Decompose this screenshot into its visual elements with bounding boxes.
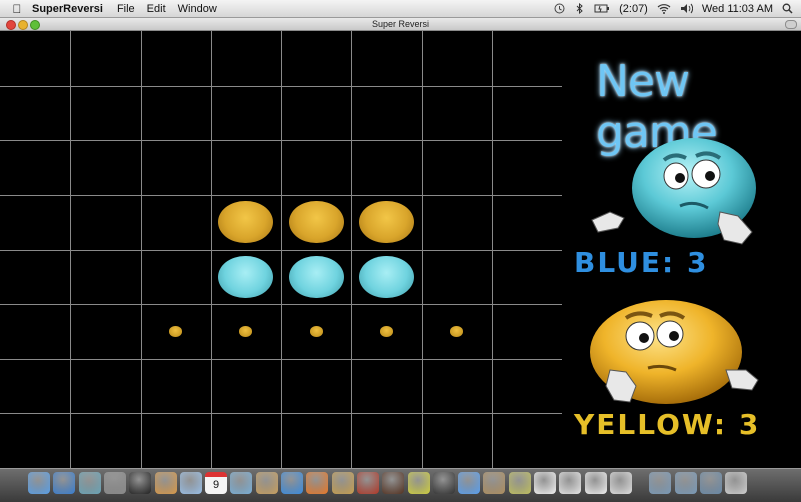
system-prefs-icon[interactable] <box>103 472 126 494</box>
trash-icon[interactable] <box>725 472 748 494</box>
photos-icon[interactable] <box>154 472 177 494</box>
volume-icon[interactable] <box>680 3 693 14</box>
yellow-score-label: YELLOW: <box>574 408 728 441</box>
wifi-icon[interactable] <box>657 3 671 14</box>
downloads-icon[interactable] <box>699 472 722 494</box>
time-machine-status-icon[interactable] <box>554 3 565 14</box>
movie-icon[interactable] <box>382 472 405 494</box>
window-title-bar: Super Reversi <box>0 18 801 31</box>
menu-bar:  SuperReversi File Edit Window (2:07) W… <box>0 0 801 18</box>
game-board[interactable] <box>0 31 563 468</box>
yellow-piece <box>358 200 414 244</box>
blue-piece <box>358 255 414 299</box>
yellow-score-value: 3 <box>738 408 761 441</box>
battery-time: (2:07) <box>619 2 648 15</box>
valid-move-marker[interactable] <box>379 326 393 337</box>
time-machine-icon[interactable] <box>78 472 101 494</box>
iphoto-icon[interactable] <box>331 472 354 494</box>
yellow-thinking-emoticon-icon <box>590 300 759 404</box>
text-edit-icon[interactable] <box>534 472 556 494</box>
grid-line-horizontal <box>0 195 562 196</box>
dashboard-icon[interactable] <box>129 472 152 494</box>
apple-menu-icon[interactable]:  <box>10 2 24 16</box>
menu-file[interactable]: File <box>117 3 135 15</box>
notes-icon[interactable] <box>609 472 632 494</box>
facetime-icon[interactable] <box>179 472 202 494</box>
grid-line-horizontal <box>0 304 562 305</box>
menu-clock[interactable]: Wed 11:03 AM <box>702 3 773 15</box>
spiral-icon[interactable] <box>508 472 531 494</box>
dvd-icon[interactable] <box>432 472 455 494</box>
battery-icon[interactable] <box>594 3 610 14</box>
folder-icon[interactable] <box>649 472 672 494</box>
toolbar-toggle-button[interactable] <box>785 20 797 29</box>
menu-app-name[interactable]: SuperReversi <box>32 3 103 15</box>
grid-line-horizontal <box>0 140 562 141</box>
grid-line-horizontal <box>0 413 562 414</box>
menu-edit[interactable]: Edit <box>147 3 166 15</box>
app-store-icon[interactable] <box>53 472 76 494</box>
bluetooth-icon[interactable] <box>574 2 585 15</box>
firefox-icon[interactable] <box>306 472 329 494</box>
valid-move-marker[interactable] <box>239 326 253 337</box>
valid-move-marker[interactable] <box>450 326 464 337</box>
blue-piece <box>218 255 274 299</box>
dock: 9 <box>0 468 801 502</box>
grid-line-horizontal <box>0 359 562 360</box>
finder-icon[interactable] <box>28 472 50 494</box>
spotlight-icon[interactable] <box>782 3 793 14</box>
blue-score-label: BLUE: <box>574 246 676 279</box>
blue-score: BLUE: 3 <box>574 246 708 279</box>
grid-line-horizontal <box>0 86 562 87</box>
valid-move-marker[interactable] <box>169 326 183 337</box>
valid-move-marker[interactable] <box>309 326 323 337</box>
preview-icon[interactable] <box>230 472 253 494</box>
window-title: Super Reversi <box>371 19 430 29</box>
menu-window[interactable]: Window <box>178 3 217 15</box>
garageband-icon[interactable] <box>483 472 506 494</box>
address-book-icon[interactable] <box>255 472 278 494</box>
itunes-icon[interactable] <box>458 472 481 494</box>
calendar-icon[interactable]: 9 <box>205 472 228 494</box>
pages-icon[interactable] <box>584 472 607 494</box>
menu-extras: (2:07) Wed 11:03 AM <box>554 3 793 15</box>
grid-line-horizontal <box>0 250 562 251</box>
safari-icon[interactable] <box>281 472 303 494</box>
applications-folder-icon[interactable] <box>674 472 697 494</box>
star-icon[interactable] <box>407 472 430 494</box>
document-icon[interactable] <box>559 472 582 494</box>
yellow-piece <box>288 200 344 244</box>
photo-booth-icon[interactable] <box>356 472 379 494</box>
blue-piece <box>288 255 344 299</box>
blue-thinking-emoticon-icon <box>591 138 756 245</box>
yellow-piece <box>218 200 274 244</box>
yellow-score: YELLOW: 3 <box>574 408 760 441</box>
blue-score-value: 3 <box>687 246 709 279</box>
